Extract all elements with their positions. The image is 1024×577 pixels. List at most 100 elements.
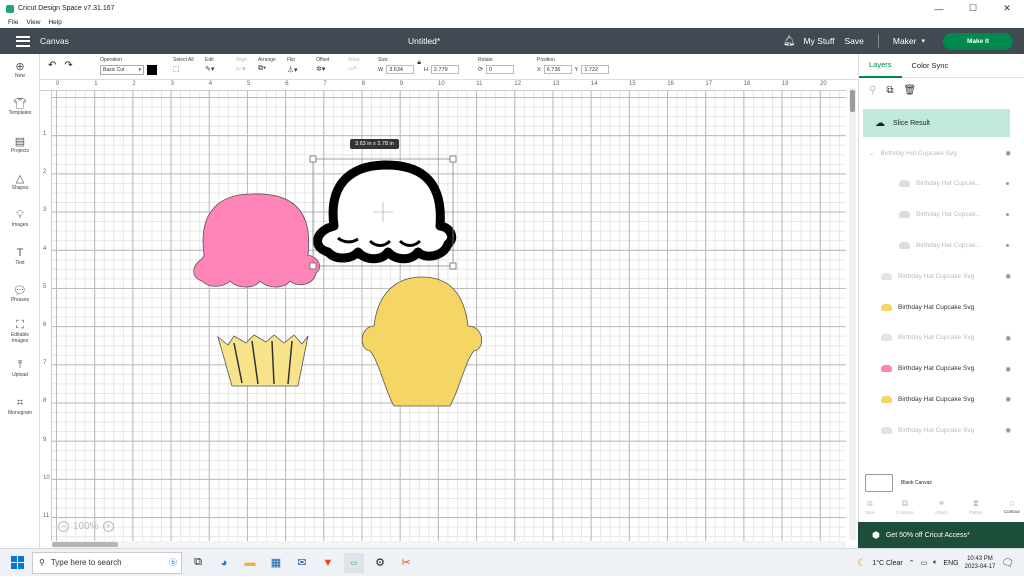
bell-icon[interactable]: 🔔︎ (783, 36, 796, 47)
resize-handle[interactable] (309, 262, 317, 270)
store-icon[interactable]: ▦ (266, 553, 286, 573)
delete-icon[interactable]: 🗑︎ (903, 85, 916, 96)
layer-row[interactable]: Birthday Hat Cupcake Svg (859, 300, 1019, 314)
taskbar-search-input[interactable]: ⚲ Type here to search ⓑ (32, 551, 182, 574)
windows-start-icon[interactable] (6, 552, 28, 574)
network-icon[interactable]: ▭ (921, 559, 928, 567)
flip-group[interactable]: Flip ⏃▾ (287, 57, 298, 75)
layer-row[interactable]: Birthday Hat Cupcake Svg ◉ (859, 331, 1019, 345)
visibility-hidden-icon[interactable]: ◉ (1005, 426, 1011, 434)
maximize-button[interactable]: ☐ (956, 0, 990, 17)
mail-icon[interactable]: ✉ (292, 553, 312, 573)
tab-layers[interactable]: Layers (859, 54, 902, 78)
layer-row[interactable]: Birthday Hat Cupcak... (859, 238, 1019, 252)
sidebar-item-monogram[interactable]: ⌗ Monogram (0, 397, 40, 416)
layer-row[interactable]: Birthday Hat Cupcake Svg ◉ (859, 269, 1019, 283)
visibility-hidden-icon[interactable]: ◉ (1005, 272, 1011, 280)
edit-group[interactable]: Edit ✎▾ (205, 57, 214, 73)
tab-color-sync[interactable]: Color Sync (902, 54, 959, 78)
sidebar-item-editable-images[interactable]: ⛶ Editable Images (0, 319, 40, 344)
align-group[interactable]: Align ⊫▾ (236, 57, 247, 73)
sidebar-item-templates[interactable]: 👕︎ Templates (0, 97, 40, 116)
layer-slice-result[interactable]: ☁︎ Slice Result (863, 109, 1010, 137)
warp-group[interactable]: Warp ⌓▾ (348, 57, 360, 73)
language-indicator[interactable]: ENG (943, 560, 958, 567)
visibility-hidden-icon[interactable]: ◉ (1005, 149, 1011, 157)
cortana-icon[interactable]: ⓑ (169, 557, 177, 568)
arrange-group[interactable]: Arrange ⧉▾ (258, 57, 276, 73)
resize-handle[interactable] (449, 155, 457, 163)
snip-tool-icon[interactable]: ✂ (396, 553, 416, 573)
zoom-out-button[interactable]: − (58, 521, 69, 532)
slice-button[interactable]: ⧈ Slice (865, 498, 875, 515)
combine-button[interactable]: ⧉ Combine (896, 498, 914, 515)
design-canvas[interactable] (52, 91, 846, 541)
layer-row[interactable]: Birthday Hat Cupcake Svg ◉ (859, 423, 1019, 437)
settings-icon[interactable]: ⚙ (370, 553, 390, 573)
task-view-icon[interactable]: ⧉ (188, 553, 208, 573)
pink-scoop-shape[interactable] (193, 193, 321, 288)
cricut-taskbar-icon[interactable]: ▭ (344, 552, 364, 573)
layer-row[interactable]: Birthday Hat Cupcake Svg ◉ (859, 392, 1019, 406)
contour-button[interactable]: ◌ Contour (1004, 498, 1020, 515)
height-input[interactable]: 2.779 (430, 65, 459, 74)
scroll-thumb[interactable] (850, 90, 855, 112)
machine-select[interactable]: Maker (893, 36, 917, 46)
vertical-scrollbar[interactable] (849, 88, 856, 540)
chevron-down-icon[interactable]: ⌄ (869, 149, 874, 157)
menu-file[interactable]: File (8, 19, 18, 26)
save-button[interactable]: Save (844, 36, 863, 46)
visibility-hidden-icon[interactable]: ◉ (1005, 334, 1011, 342)
promo-banner[interactable]: ⬢ Get 50% off Cricut Access* (858, 522, 1024, 548)
sidebar-item-projects[interactable]: ▤ Projects (0, 135, 40, 154)
redo-icon[interactable]: ↷ (64, 60, 72, 71)
group-icon[interactable]: ⚲ (869, 85, 876, 96)
x-position-input[interactable]: 6.736 (543, 65, 572, 74)
menu-view[interactable]: View (26, 19, 40, 26)
scroll-thumb[interactable] (52, 542, 118, 547)
yellow-cupcake-shape[interactable] (361, 276, 482, 407)
lock-icon[interactable]: 🔒︎ (417, 59, 421, 67)
sidebar-item-text[interactable]: T Text (0, 247, 40, 266)
operation-select[interactable]: Basic Cut ▾ (100, 65, 144, 75)
y-position-input[interactable]: 1.722 (581, 65, 610, 74)
undo-icon[interactable]: ↶ (48, 60, 56, 71)
layer-row[interactable]: ⌄ Birthday Hat Cupcake Svg ◉ (859, 146, 1019, 160)
volume-icon[interactable]: 🔈︎ (933, 559, 937, 567)
width-input[interactable]: 3.634 (386, 65, 415, 74)
weather-text[interactable]: 1°C Clear (872, 560, 902, 567)
horizontal-scrollbar[interactable] (52, 541, 846, 548)
chevron-up-icon[interactable]: ⌃ (909, 559, 915, 567)
flatten-button[interactable]: ⧗ Flatten (969, 498, 983, 515)
close-button[interactable]: ✕ (990, 0, 1024, 17)
chevron-down-icon[interactable]: ▾ (921, 37, 925, 45)
notification-icon[interactable]: 🗨︎ (1001, 558, 1014, 569)
my-stuff-link[interactable]: My Stuff (803, 36, 834, 46)
cupcake-liner-shape[interactable] (217, 334, 309, 387)
layer-row[interactable]: Birthday Hat Cupcak... (859, 177, 1019, 191)
visibility-hidden-icon[interactable]: ◉ (1005, 395, 1011, 403)
hamburger-menu-icon[interactable] (16, 35, 30, 47)
clock[interactable]: 10:43 PM 2023-04-17 (965, 555, 996, 571)
select-all-group[interactable]: Select All ⬚ (173, 57, 194, 73)
visibility-hidden-icon[interactable]: ◉ (1005, 365, 1011, 373)
sidebar-item-new[interactable]: ⊕ New (0, 60, 40, 79)
sidebar-item-phrases[interactable]: 💬︎ Phrases (0, 284, 40, 303)
menu-help[interactable]: Help (48, 19, 61, 26)
minimize-button[interactable]: — (922, 0, 956, 17)
rotate-input[interactable]: 0 (486, 65, 515, 74)
edge-icon[interactable]: ◕ (214, 553, 234, 573)
make-it-button[interactable]: Make It (943, 32, 1013, 50)
zoom-in-button[interactable]: + (102, 521, 114, 532)
file-explorer-icon[interactable]: ▬ (240, 553, 260, 573)
sidebar-item-upload[interactable]: ⤒ Upload (0, 359, 40, 378)
layer-row[interactable]: Birthday Hat Cupcak... (859, 208, 1019, 222)
layer-row[interactable]: Birthday Hat Cupcake Svg ◉ (859, 362, 1019, 376)
blank-canvas-row[interactable]: Blank Canvas (865, 474, 932, 492)
color-swatch[interactable] (147, 65, 157, 75)
sidebar-item-shapes[interactable]: △ Shapes (0, 172, 40, 191)
sidebar-item-images[interactable]: 💡︎ Images (0, 209, 40, 228)
brave-icon[interactable]: ▼ (318, 553, 338, 573)
offset-group[interactable]: Offset ✲▾ (316, 57, 329, 73)
attach-button[interactable]: ⚭ Attach (935, 498, 948, 515)
